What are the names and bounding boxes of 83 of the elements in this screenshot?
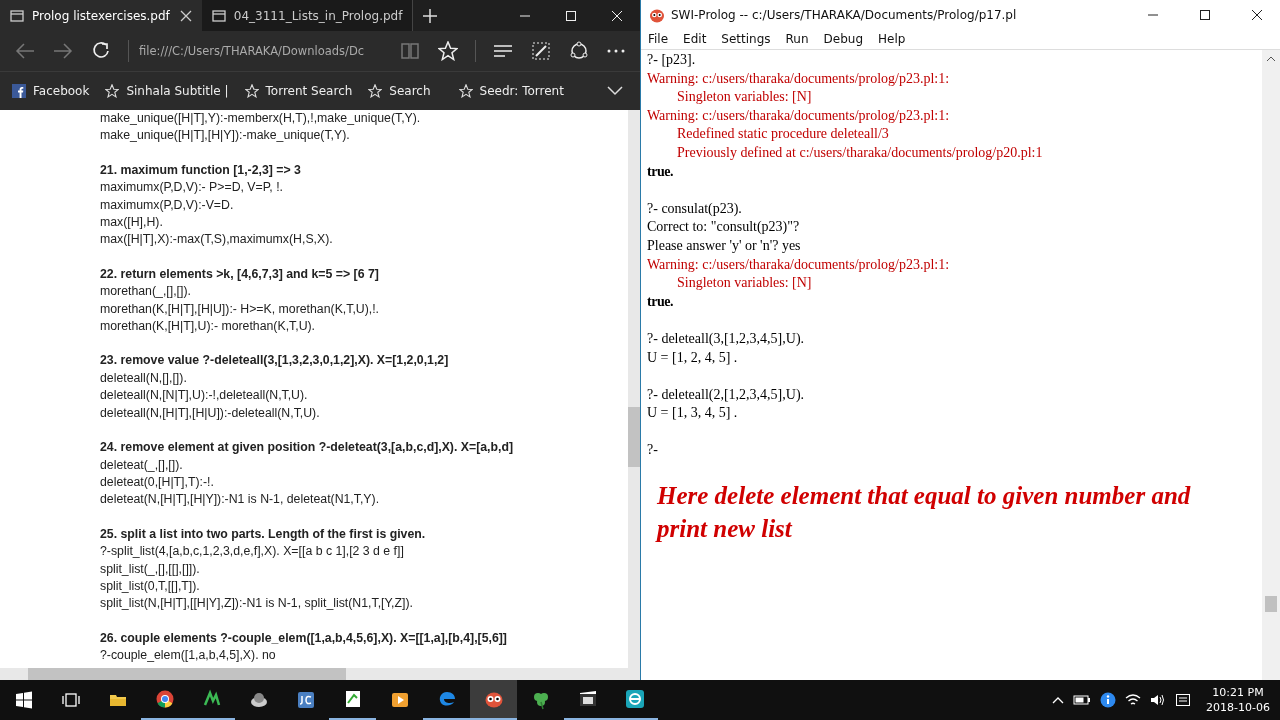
exercise-heading: 22. return elements >k, [4,6,7,3] and k=5 => [6 7] (100, 265, 380, 283)
notification-icon[interactable] (1175, 692, 1192, 708)
menu-item[interactable]: Settings (721, 32, 771, 46)
menu-item[interactable]: Edit (683, 32, 707, 46)
menu-item[interactable]: Debug (823, 32, 864, 46)
favorite-link[interactable]: Sinhala Subtitle | (105, 84, 229, 98)
browser-tab[interactable]: Prolog listexercises.pdf (0, 0, 202, 31)
clock-date[interactable]: 2018-10-06 (1206, 700, 1270, 715)
scrollbar[interactable] (0, 668, 640, 680)
console-line: U = [1, 2, 4, 5] . (647, 348, 739, 367)
code-line: morethan(K,[H|T],[H|U]):- H>=K, morethan(K,T,U),!. (100, 300, 381, 318)
code-line: deleteat(_,[],[]). (100, 456, 184, 474)
console-line: Correct to: "consult(p23)"? (647, 218, 801, 237)
code-line: make_unique([H|T],Y):-memberx(H,T),!,make_unique(T,Y). (100, 110, 422, 127)
battery-icon[interactable] (1073, 694, 1092, 706)
menu-item[interactable]: File (648, 32, 669, 46)
warning-detail: Singleton variables: [N] (676, 88, 813, 107)
code-line: deleteall(N,[H|T],[H|U]):-deleteall(N,T,U). (100, 404, 321, 422)
warning-detail: Previously defined at c:/users/tharaka/documents/prolog/p20.pl:1 (676, 143, 1044, 162)
star-icon (244, 84, 259, 98)
code-line: max([H|T],X):-max(T,S),maximumx(H,S,X). (100, 231, 334, 249)
wifi-icon[interactable] (1125, 693, 1142, 707)
code-line: split_list(N,[H|T],[[H|Y],Z]):-N1 is N-1, split_list(N1,T,[Y,Z]). (100, 595, 414, 613)
annotation-text: Here delete element that equal to given number and print new list (654, 480, 1192, 544)
code-line: deleteall(N,[N|T],U):-!,deleteall(N,T,U). (100, 387, 309, 405)
code-line: deleteat(N,[H|T],[H|Y]):-N1 is N-1, deleteat(N1,T,Y). (100, 491, 381, 509)
exercise-heading: 24. remove element at given position ?-deleteat(3,[a,b,c,d],X). X=[a,b,d] (100, 439, 515, 457)
star-icon (105, 84, 120, 98)
console-line: ?- deleteall(2,[1,2,3,4,5],U). (647, 385, 806, 404)
window-title: SWI-Prolog -- c:/Users/THARAKA/Documents/Prolog/p17.pl (671, 7, 1017, 22)
result-line: true. (647, 162, 674, 181)
info-icon[interactable] (1100, 692, 1117, 708)
code-line: max([H],H). (100, 214, 164, 232)
favorite-link[interactable]: Torrent Search (244, 84, 353, 98)
exercise-heading: 25. split a list into two parts. Length of the first is given. (100, 525, 427, 543)
code-line: ?-couple_elem([1,a,b,4,5],X). no (100, 647, 277, 665)
star-icon (368, 84, 383, 98)
console-line: U = [1, 3, 4, 5] . (647, 404, 739, 423)
code-line: morethan(_,[],[]). (100, 283, 192, 301)
code-line: maximumx(P,D,V):- P>=D, V=P, !. (100, 179, 285, 197)
warning-line: Warning: c:/users/tharaka/documents/prolog/p23.pl:1: (647, 255, 951, 274)
owl-icon[interactable] (470, 680, 517, 720)
warning-line: Warning: c:/users/tharaka/documents/prolog/p23.pl:1: (647, 106, 951, 125)
menu-item[interactable]: Help (878, 32, 906, 46)
code-line: deleteall(N,[],[]). (100, 369, 188, 387)
exercise-heading: 21. maximum function [1,-2,3] => 3 (100, 161, 302, 179)
code-line: split_list(0,T,[[],T]). (100, 577, 201, 595)
scroll-thumb[interactable] (28, 668, 346, 680)
console-line: Please answer 'y' or 'n'? yes (647, 236, 802, 255)
warning-line: Warning: c:/users/tharaka/documents/prolog/p23.pl:1: (647, 69, 951, 88)
menu-item[interactable]: Run (785, 32, 809, 46)
favorite-link[interactable]: Search (368, 84, 431, 98)
close-icon[interactable] (179, 9, 192, 22)
speaker-icon[interactable] (1150, 693, 1167, 707)
chevron-up-icon[interactable] (1052, 696, 1065, 704)
code-line: morethan(K,[H|T],U):- morethan(K,T,U). (100, 318, 317, 336)
warning-detail: Singleton variables: [N] (676, 274, 813, 293)
favorite-link[interactable]: Seedr: Torrent (458, 84, 564, 98)
exercise-heading: 26. couple elements ?-couple_elem([1,a,b,4,5,6],X). X=[[1,a],[b,4],[5,6]] (100, 629, 508, 647)
code-line: deleteat(0,[H|T],T):-!. (100, 473, 215, 491)
facebook-icon (12, 84, 26, 98)
code-line: split_list(_,[],[[],[]]). (100, 560, 201, 578)
browser-tab[interactable]: 04_3111_Lists_in_Prolog.pdf (201, 0, 413, 31)
scroll-thumb[interactable] (1265, 596, 1277, 612)
scroll-thumb[interactable] (628, 407, 640, 467)
code-line: make_unique([H|T],[H|Y]):-make_unique(T,Y). (100, 127, 351, 145)
exercise-heading: 23. remove value ?-deleteall(3,[1,3,2,3,0,1,2],X). X=[1,2,0,1,2] (100, 352, 450, 370)
code-line: maximumx(P,D,V):-V=D. (100, 196, 235, 214)
page-icon[interactable] (10, 9, 24, 22)
console-line: ?- [p23]. (647, 51, 697, 69)
address-field[interactable]: file:///C:/Users/THARAKA/Downloads/Dc (137, 44, 391, 58)
console-line: ?- (647, 441, 659, 460)
clock-time[interactable]: 10:21 PM (1206, 685, 1270, 700)
code-line: ?-split_list(4,[a,b,c,1,2,3,d,e,f],X). X=[[a b c 1],[2 3 d e f]] (100, 543, 405, 561)
warning-detail: Redefined static procedure deleteall/3 (676, 125, 890, 144)
scrollbar[interactable] (628, 110, 640, 668)
scrollbar[interactable] (1262, 50, 1280, 680)
result-line: true. (647, 292, 674, 311)
console-line: ?- deleteall(3,[1,2,3,4,5],U). (647, 329, 806, 348)
favorite-link[interactable]: Facebook (12, 84, 90, 98)
page-icon[interactable] (211, 9, 226, 22)
console-line: ?- consulat(p23). (647, 199, 743, 218)
star-icon (458, 84, 473, 98)
